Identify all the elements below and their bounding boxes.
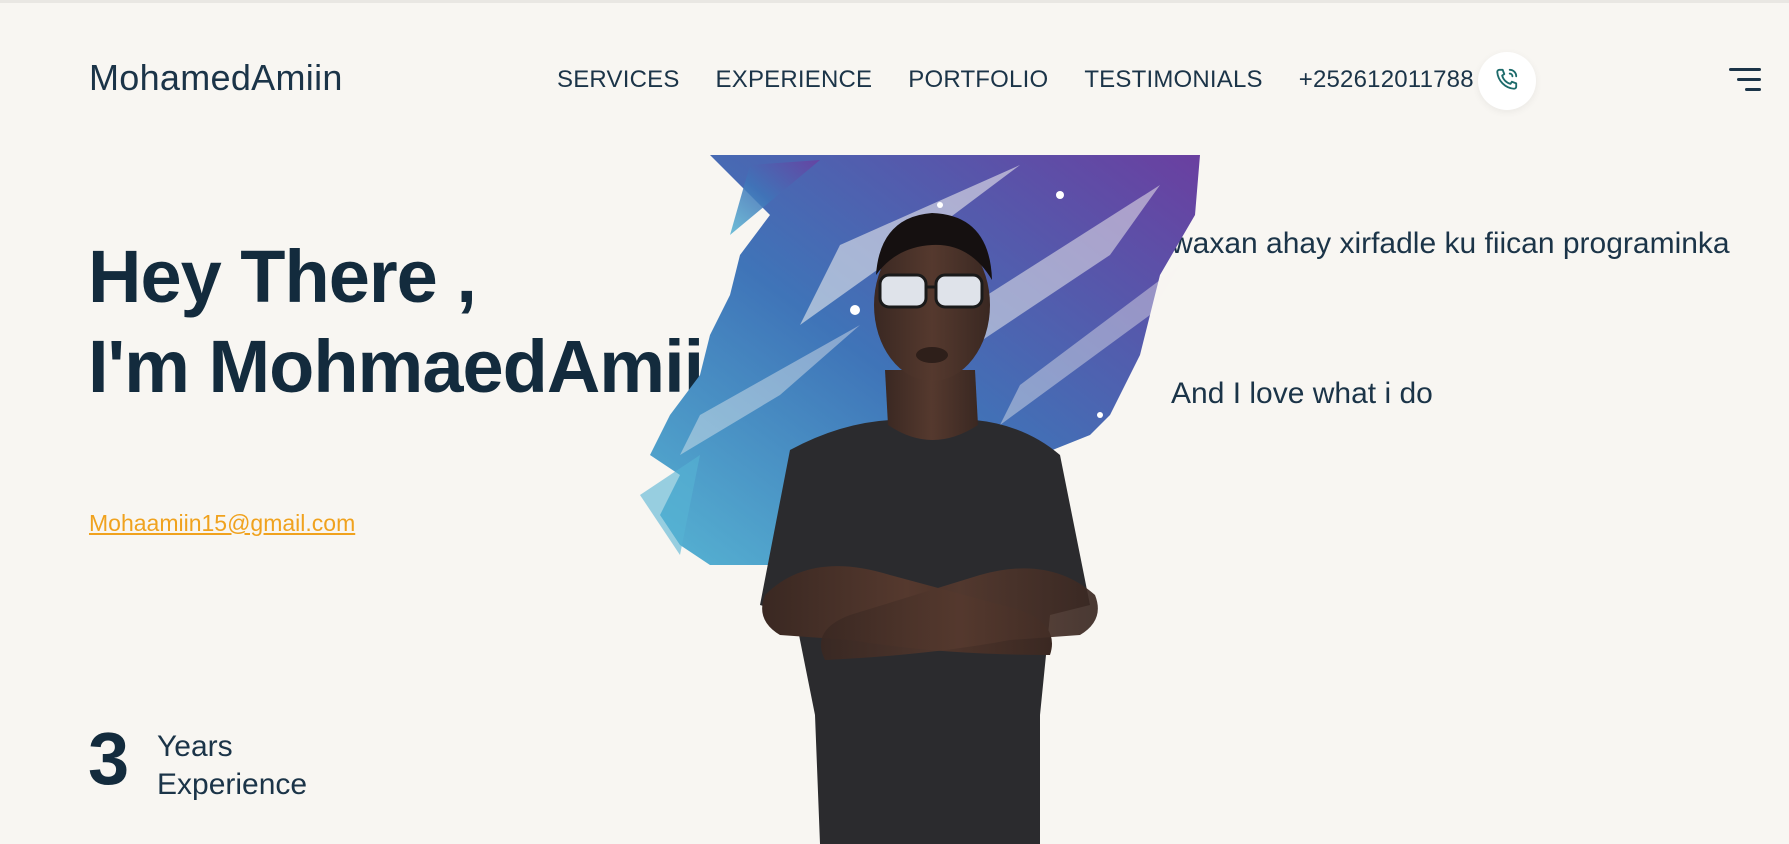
tagline-secondary: And I love what i do xyxy=(1171,377,1433,410)
top-border xyxy=(0,0,1789,3)
brand-logo[interactable]: MohamedAmiin xyxy=(89,57,343,99)
nav-services[interactable]: SERVICES xyxy=(557,66,680,94)
call-button[interactable] xyxy=(1478,52,1536,110)
phone-icon xyxy=(1494,66,1520,97)
nav-phone[interactable]: +252612011788 xyxy=(1299,66,1474,94)
hamburger-menu-icon[interactable] xyxy=(1729,66,1763,94)
main-nav: SERVICES EXPERIENCE PORTFOLIO TESTIMONIA… xyxy=(557,66,1474,94)
hero-portrait xyxy=(640,155,1200,844)
tagline-primary: waxan ahay xirfadle ku fiican programink… xyxy=(1171,227,1730,260)
email-link[interactable]: Mohaamiin15@gmail.com xyxy=(89,510,355,537)
nav-testimonials[interactable]: TESTIMONIALS xyxy=(1084,66,1262,94)
nav-portfolio[interactable]: PORTFOLIO xyxy=(908,66,1048,94)
nav-experience[interactable]: EXPERIENCE xyxy=(716,66,873,94)
experience-label: Years Experience xyxy=(157,728,307,804)
experience-label-years: Years xyxy=(157,730,233,763)
experience-label-experience: Experience xyxy=(157,768,308,801)
experience-number: 3 xyxy=(88,717,130,800)
